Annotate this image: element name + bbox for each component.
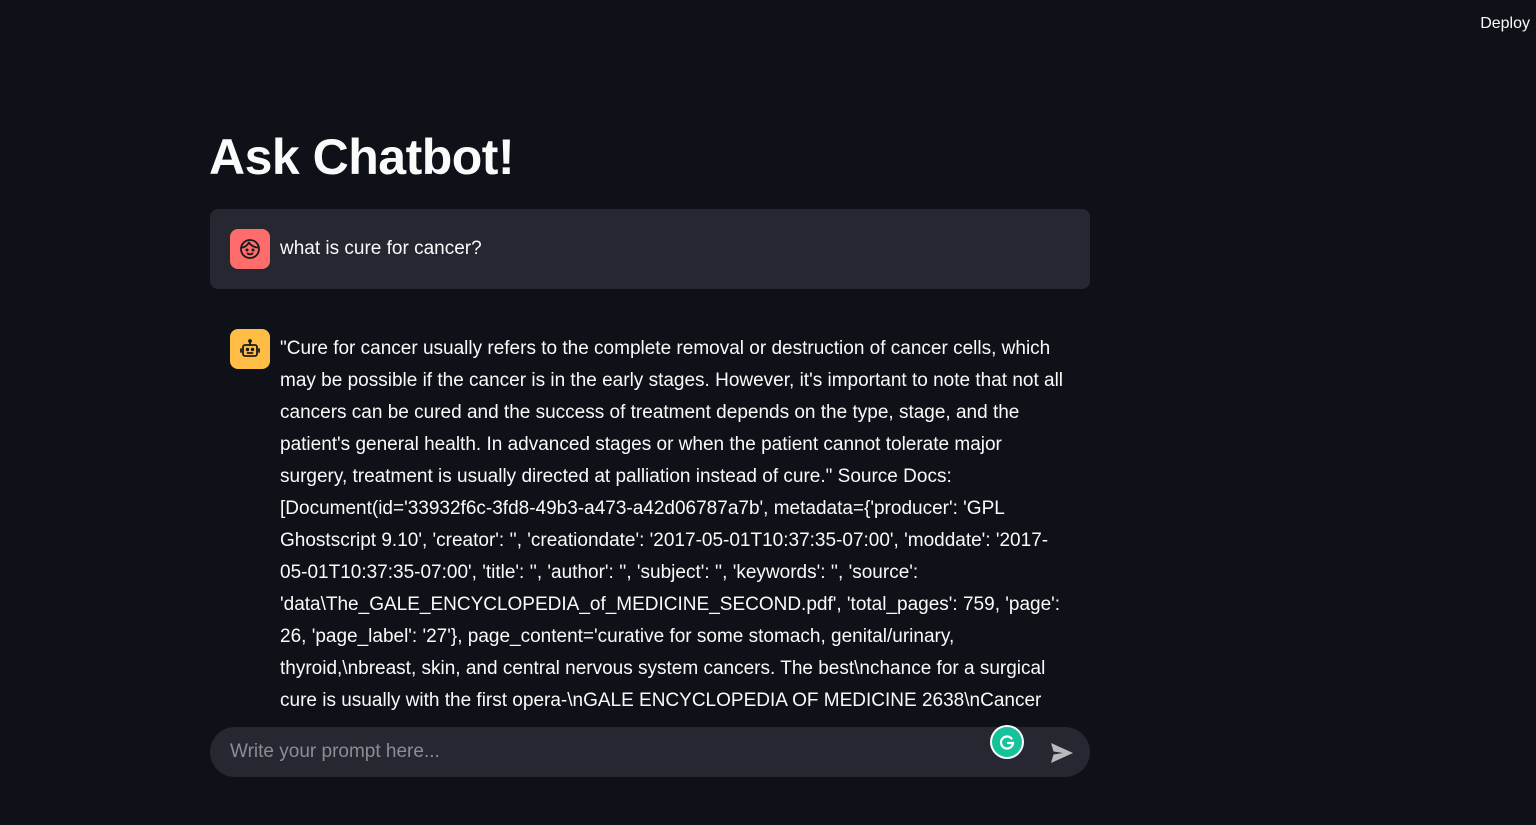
- assistant-message-text: "Cure for cancer usually refers to the c…: [280, 338, 1064, 711]
- face-icon: [230, 229, 270, 269]
- deploy-button[interactable]: Deploy: [1480, 13, 1530, 35]
- grammarly-icon[interactable]: [992, 727, 1022, 757]
- chat-input[interactable]: [210, 726, 1090, 778]
- robot-icon: [230, 329, 270, 369]
- chat-message-assistant: "Cure for cancer usually refers to the c…: [210, 309, 1090, 721]
- chat-input-container: [210, 726, 1090, 778]
- user-message-text: what is cure for cancer?: [280, 238, 482, 259]
- send-button[interactable]: [1048, 739, 1076, 767]
- send-icon: [1051, 743, 1073, 763]
- app-root: Deploy Ask Chatbot! what is cure for can…: [0, 0, 1536, 825]
- page-title: Ask Chatbot!: [209, 129, 515, 185]
- chat-message-user: what is cure for cancer?: [210, 209, 1090, 289]
